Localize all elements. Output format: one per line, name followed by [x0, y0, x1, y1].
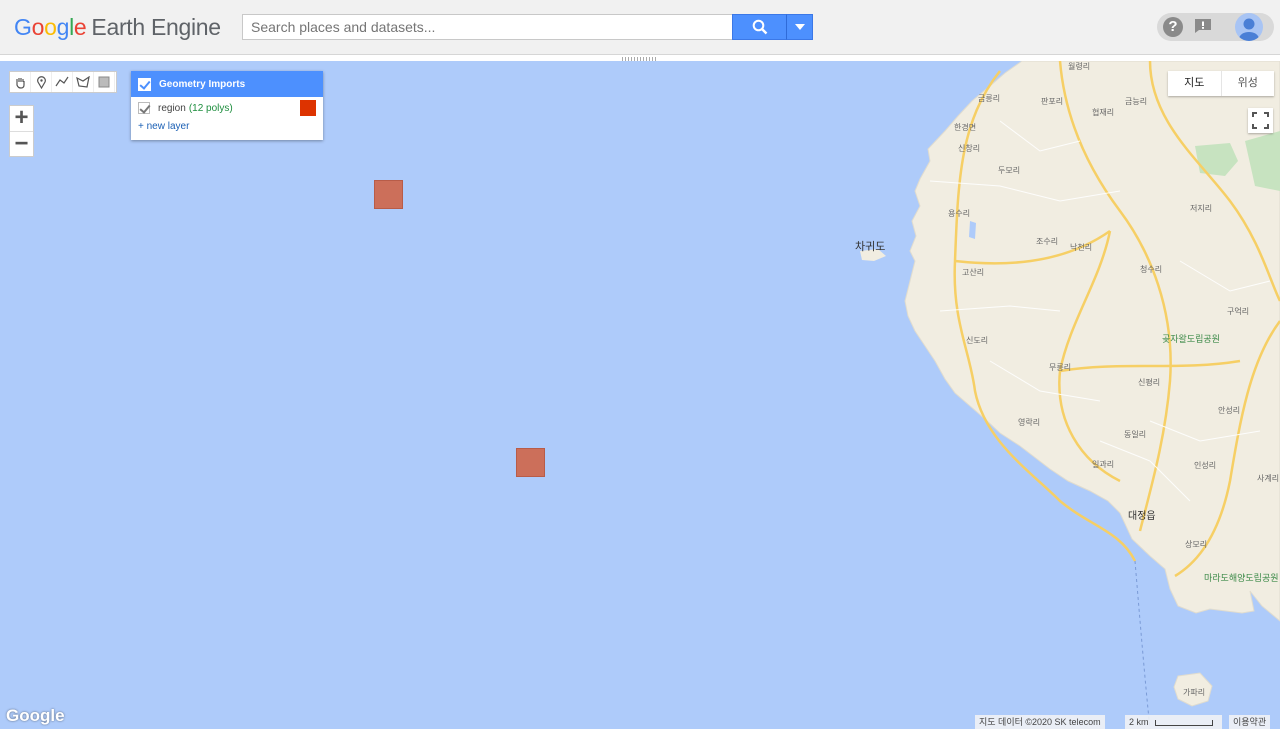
place-label: 조수리 — [1036, 237, 1059, 246]
google-watermark: Google — [6, 706, 65, 725]
marker-icon[interactable] — [31, 72, 52, 92]
place-label: 저지리 — [1190, 204, 1213, 213]
scale-bar: 2 km — [1125, 715, 1222, 729]
avatar[interactable] — [1235, 13, 1263, 41]
map-attribution[interactable]: 지도 데이터 ©2020 SK telecom — [975, 715, 1105, 729]
hand-icon[interactable] — [10, 72, 31, 92]
park-label: 마라도해양도립공원 — [1204, 573, 1279, 583]
geometry-imports-header[interactable]: Geometry Imports — [131, 71, 323, 97]
logo-letter: g — [56, 14, 70, 40]
layer-row[interactable]: region (12 polys) — [131, 97, 323, 119]
drawing-toolbar — [9, 71, 117, 93]
place-label: 무릉리 — [1049, 363, 1072, 372]
zoom-in-button[interactable]: + — [10, 106, 33, 131]
map-type-map-button[interactable]: 지도 — [1168, 71, 1221, 96]
place-label: 협재리 — [1092, 108, 1115, 117]
place-label: 영락리 — [1018, 418, 1041, 427]
chevron-down-icon — [794, 24, 805, 30]
search-input[interactable] — [242, 14, 733, 40]
app-header: GoogleEarth Engine ? — [0, 0, 1280, 55]
search-options-button[interactable] — [786, 14, 813, 40]
place-label-major: 차귀도 — [855, 241, 886, 253]
place-label: 신평리 — [1138, 378, 1161, 387]
place-label: 인성리 — [1194, 461, 1217, 470]
place-label: 판포리 — [1041, 97, 1064, 106]
place-label: 월령리 — [1068, 62, 1091, 71]
place-label: 금능리 — [1125, 97, 1148, 106]
map-land — [860, 61, 1280, 729]
layer-count: (12 polys) — [188, 102, 233, 114]
region-polygon[interactable] — [516, 448, 545, 477]
map-canvas[interactable]: 월령리 금릉리 판포리 금능리 협재리 한경면 신창리 두모리 용수리 저지리 … — [0, 61, 1280, 729]
logo-letter: G — [14, 14, 32, 40]
map-type-satellite-button[interactable]: 위성 — [1220, 71, 1275, 96]
place-label: 신도리 — [966, 336, 989, 345]
layer-name[interactable]: region — [158, 103, 186, 114]
place-label: 낙천리 — [1070, 243, 1093, 252]
place-label: 신창리 — [958, 144, 981, 153]
scale-label: 2 km — [1129, 717, 1149, 727]
product-name: Earth Engine — [91, 14, 221, 40]
place-label: 상모리 — [1185, 540, 1208, 549]
feedback-icon[interactable] — [1194, 18, 1212, 34]
rectangle-icon[interactable] — [94, 72, 115, 92]
logo-letter: o — [44, 14, 57, 40]
place-label: 가파리 — [1183, 688, 1206, 697]
new-layer-link[interactable]: + new layer — [131, 119, 323, 137]
fullscreen-icon — [1252, 112, 1269, 129]
park-label: 곶자왈도립공원 — [1162, 334, 1220, 344]
place-label: 사계리 — [1257, 474, 1280, 483]
place-label: 청수리 — [1140, 265, 1163, 274]
place-label: 일과리 — [1092, 460, 1115, 469]
place-label: 금릉리 — [978, 94, 1001, 103]
map-type-control: 지도 위성 — [1168, 71, 1274, 96]
geometry-imports-panel: Geometry Imports region (12 polys) + new… — [131, 71, 323, 140]
polygon-icon[interactable] — [73, 72, 94, 92]
terms-link[interactable]: 이용약관 — [1229, 715, 1271, 729]
region-polygon[interactable] — [374, 180, 403, 209]
place-label: 용수리 — [948, 209, 971, 218]
logo-letter: o — [31, 14, 45, 40]
search-button[interactable] — [732, 14, 787, 40]
zoom-out-button[interactable]: − — [10, 131, 33, 156]
zoom-control: + − — [9, 105, 34, 157]
geometry-imports-title: Geometry Imports — [159, 78, 246, 90]
place-label-major: 대정읍 — [1128, 511, 1156, 522]
avatar-icon — [1239, 18, 1259, 41]
search-icon — [752, 19, 767, 35]
place-label: 한경면 — [954, 123, 977, 132]
layer-checkbox[interactable] — [138, 102, 150, 114]
place-label: 구억리 — [1227, 307, 1250, 316]
place-label: 안성리 — [1218, 406, 1241, 415]
line-icon[interactable] — [52, 72, 73, 92]
help-icon[interactable]: ? — [1163, 17, 1183, 37]
place-label: 두모리 — [998, 166, 1021, 175]
fullscreen-button[interactable] — [1248, 108, 1273, 133]
place-label: 고산리 — [962, 268, 985, 277]
scale-line — [1155, 719, 1214, 726]
earth-engine-logo[interactable]: Google Earth Engine — [14, 14, 221, 41]
place-label: 동일리 — [1124, 430, 1147, 439]
logo-letter: e — [73, 14, 87, 40]
checkbox-icon[interactable] — [138, 77, 151, 91]
layer-color-swatch[interactable] — [300, 100, 316, 116]
